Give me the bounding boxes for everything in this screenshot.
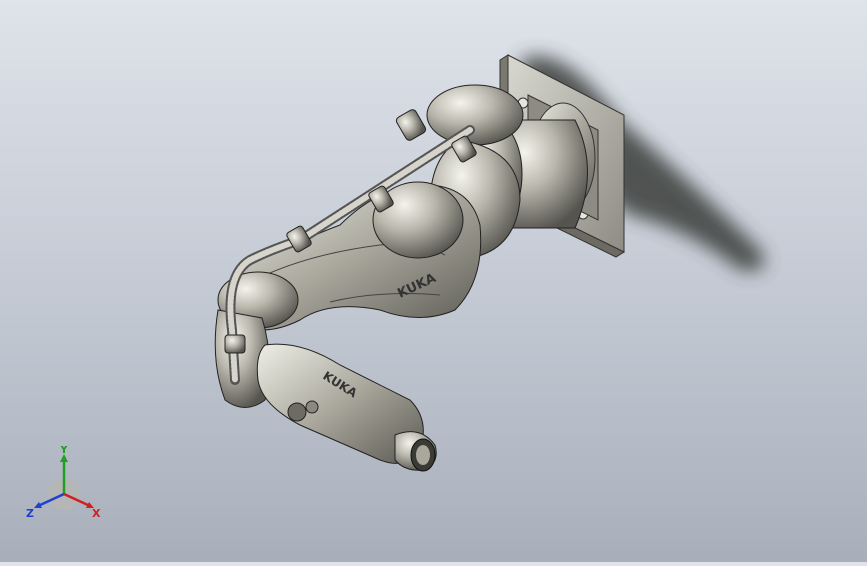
wrist-flange[interactable]: [394, 431, 437, 472]
connector[interactable]: [287, 402, 307, 422]
x-axis-label: X: [92, 507, 101, 520]
z-axis-label: Z: [26, 507, 34, 520]
robot-scene[interactable]: KUKA KUKA: [0, 0, 867, 562]
3d-viewport[interactable]: KUKA KUKA Y X Z: [0, 0, 867, 562]
connector[interactable]: [305, 400, 319, 414]
coordinate-triad: Y X Z: [26, 446, 101, 520]
hose-clamp: [224, 334, 246, 354]
hose-clamp: [395, 109, 427, 141]
y-axis-label: Y: [59, 446, 69, 456]
